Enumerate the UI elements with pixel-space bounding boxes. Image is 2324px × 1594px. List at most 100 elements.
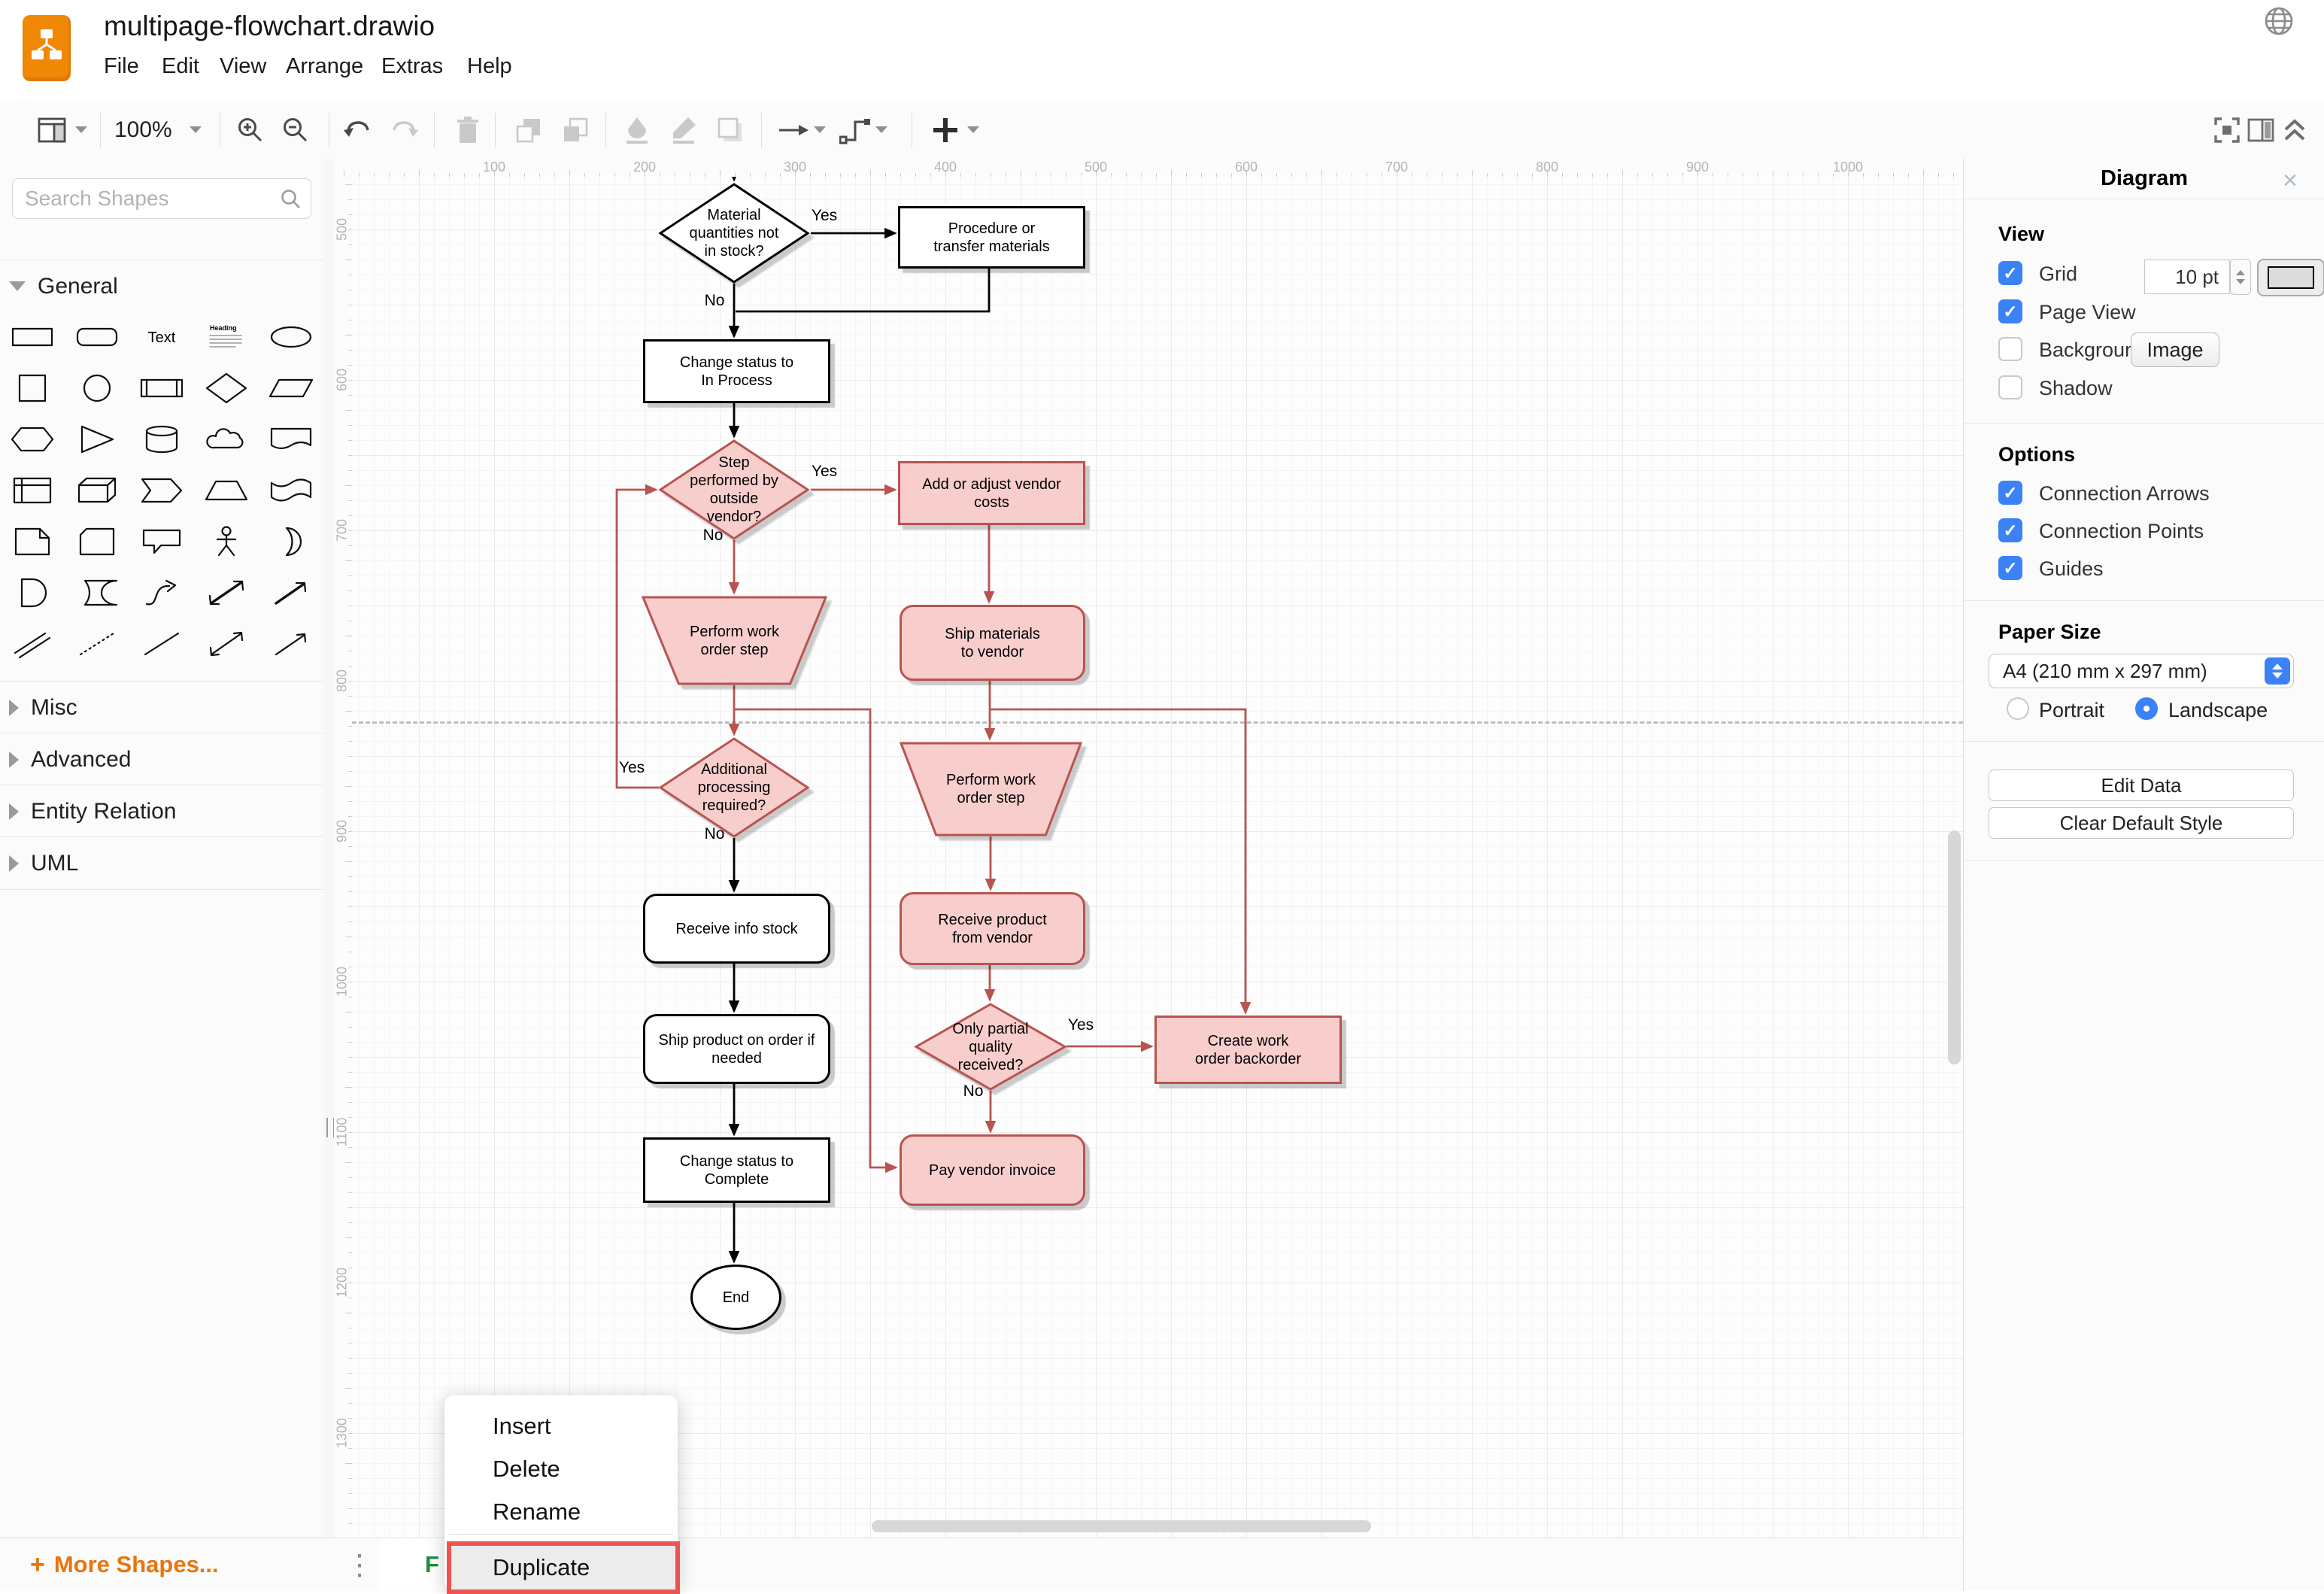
shape-hexagon[interactable] (4, 417, 61, 461)
shape-arrow[interactable] (262, 571, 320, 615)
zoom-level-button[interactable]: 100% (114, 117, 172, 143)
shadow-button[interactable] (711, 111, 749, 149)
shape-data-storage[interactable] (68, 571, 126, 615)
menu-arrange[interactable]: Arrange (286, 54, 363, 79)
context-menu-item-delete[interactable]: Delete (444, 1447, 678, 1490)
sidebar-section-uml[interactable]: UML (0, 836, 323, 890)
guides-checkbox[interactable]: ✓ (1998, 556, 2022, 580)
redo-button[interactable] (386, 111, 423, 149)
shape-cylinder[interactable] (133, 417, 190, 461)
shape-trapezoid[interactable] (198, 469, 255, 512)
collapse-toolbar-button[interactable] (2276, 111, 2313, 149)
close-icon[interactable]: × (2283, 166, 2298, 196)
sidebar-splitter[interactable] (323, 159, 334, 1538)
shape-circle[interactable] (68, 366, 126, 410)
menu-file[interactable]: File (104, 54, 139, 79)
menu-extras[interactable]: Extras (381, 54, 443, 79)
fill-color-button[interactable] (618, 111, 656, 149)
waypoint-caret-icon[interactable] (875, 126, 887, 133)
page-view-toggle-button[interactable] (33, 111, 71, 149)
menu-edit[interactable]: Edit (162, 54, 199, 79)
background-checkbox[interactable] (1998, 337, 2022, 361)
grid-checkbox[interactable]: ✓ (1998, 261, 2022, 285)
zoom-in-button[interactable] (232, 111, 269, 149)
step-up-icon[interactable] (2236, 270, 2245, 275)
sidebar-section-entity-relation[interactable]: Entity Relation (0, 785, 323, 837)
shape-actor[interactable] (198, 520, 255, 563)
shape-dotted-line[interactable] (68, 622, 126, 666)
shape-internal-storage[interactable] (4, 469, 61, 512)
shape-parallelogram[interactable] (262, 366, 320, 410)
connection-style-button[interactable] (775, 111, 812, 149)
connection-arrows-checkbox[interactable]: ✓ (1998, 481, 2022, 505)
more-shapes-button[interactable]: + More Shapes... (0, 1538, 324, 1591)
language-globe-icon[interactable] (2262, 5, 2295, 38)
vertical-scrollbar[interactable] (1948, 830, 1961, 1064)
clear-default-style-button[interactable]: Clear Default Style (1989, 807, 2294, 839)
shape-curve[interactable] (133, 571, 190, 615)
sidebar-section-advanced[interactable]: Advanced (0, 733, 323, 785)
shape-or[interactable] (262, 520, 320, 563)
shape-cube[interactable] (68, 469, 126, 512)
edit-data-button[interactable]: Edit Data (1989, 770, 2294, 801)
page-view-checkbox[interactable]: ✓ (1998, 299, 2022, 323)
shape-link[interactable] (4, 622, 61, 666)
delete-button[interactable] (449, 111, 487, 149)
shape-callout[interactable] (133, 520, 190, 563)
shadow-checkbox[interactable] (1998, 375, 2022, 399)
to-front-button[interactable] (510, 111, 548, 149)
shape-tape[interactable] (262, 469, 320, 512)
menu-view[interactable]: View (220, 54, 266, 79)
to-back-button[interactable] (557, 111, 594, 149)
shape-card[interactable] (68, 520, 126, 563)
portrait-radio[interactable] (2007, 697, 2029, 720)
shape-bidirectional-connector[interactable] (198, 622, 255, 666)
shape-square[interactable] (4, 366, 61, 410)
horizontal-scrollbar[interactable] (872, 1520, 1371, 1532)
landscape-radio[interactable] (2135, 697, 2158, 720)
shape-search-box[interactable] (12, 178, 311, 219)
grid-size-stepper[interactable] (2230, 259, 2251, 295)
shape-text[interactable]: Text (133, 315, 190, 359)
connection-caret-icon[interactable] (814, 126, 826, 133)
sidebar-section-misc[interactable]: Misc (0, 681, 323, 733)
insert-button[interactable] (927, 111, 964, 149)
format-panel-toggle-button[interactable] (2242, 111, 2280, 149)
shape-textbox[interactable]: Heading (198, 315, 255, 359)
context-menu-item-duplicate[interactable]: Duplicate (447, 1541, 680, 1594)
shape-document[interactable] (262, 417, 320, 461)
image-button[interactable]: Image (2131, 332, 2219, 367)
shape-directional-connector[interactable] (262, 622, 320, 666)
shape-diamond[interactable] (198, 366, 255, 410)
diagram-canvas[interactable]: Material quantities not in stock?Procedu… (352, 177, 1963, 1538)
grid-color-button[interactable] (2257, 259, 2324, 296)
shape-rounded-rectangle[interactable] (68, 315, 126, 359)
sidebar-section-general[interactable]: General (0, 260, 323, 312)
shape-ellipse[interactable] (262, 315, 320, 359)
connection-points-checkbox[interactable]: ✓ (1998, 518, 2022, 542)
page-view-caret-icon[interactable] (75, 126, 87, 133)
shape-note[interactable] (4, 520, 61, 563)
context-menu-item-rename[interactable]: Rename (444, 1490, 678, 1533)
shape-rectangle[interactable] (4, 315, 61, 359)
undo-button[interactable] (338, 111, 376, 149)
pages-menu-button[interactable]: ⋮ (344, 1544, 375, 1585)
shape-step[interactable] (133, 469, 190, 512)
zoom-caret-icon[interactable] (190, 126, 202, 133)
menu-help[interactable]: Help (467, 54, 512, 79)
context-menu-item-insert[interactable]: Insert (444, 1404, 678, 1447)
step-down-icon[interactable] (2236, 279, 2245, 284)
fit-page-button[interactable] (2208, 111, 2246, 149)
shape-cloud[interactable] (198, 417, 255, 461)
shape-process[interactable] (133, 366, 190, 410)
waypoint-style-button[interactable] (836, 111, 874, 149)
search-input[interactable] (23, 184, 275, 214)
line-color-button[interactable] (665, 111, 702, 149)
zoom-out-button[interactable] (277, 111, 314, 149)
shape-and[interactable] (4, 571, 61, 615)
shape-bidirectional-arrow[interactable] (198, 571, 255, 615)
paper-size-select[interactable]: A4 (210 mm x 297 mm) (1989, 654, 2294, 688)
insert-caret-icon[interactable] (967, 126, 979, 133)
shape-line[interactable] (133, 622, 190, 666)
grid-size-input[interactable]: 10 pt (2144, 260, 2230, 294)
